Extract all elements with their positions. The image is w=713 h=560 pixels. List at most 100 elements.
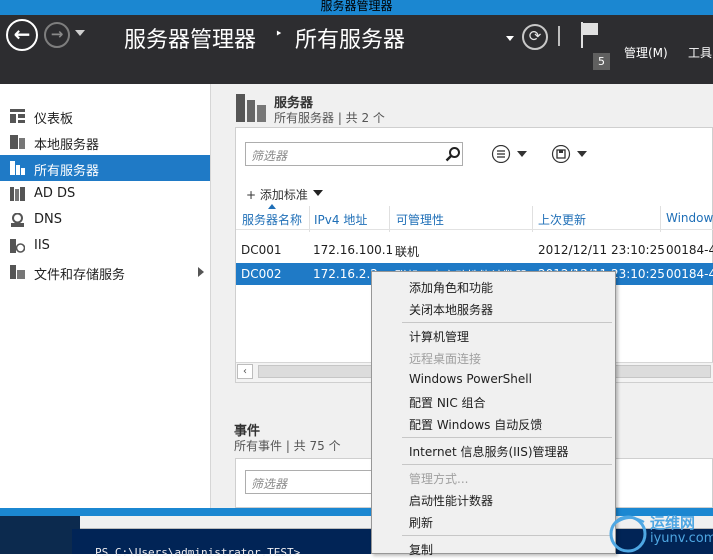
sidebar-item-local-server[interactable]: 本地服务器 xyxy=(0,129,210,155)
cell-server-name: DC002 xyxy=(241,267,282,281)
sidebar-item-ad-ds[interactable]: AD DS xyxy=(0,181,210,207)
sidebar-item-label: 本地服务器 xyxy=(34,138,100,153)
ad-ds-icon xyxy=(10,187,25,201)
cell-ipv4: 172.16.100.1 xyxy=(313,243,394,257)
menu-item-label: 添加角色和功能 xyxy=(409,281,494,295)
sidebar-item-dashboard[interactable]: 仪表板 xyxy=(0,103,210,129)
add-criteria-dropdown-icon[interactable] xyxy=(313,190,323,196)
tools-menu[interactable]: 工具 xyxy=(688,44,712,61)
sidebar-item-label: AD DS xyxy=(34,186,76,201)
sidebar-item-label: 所有服务器 xyxy=(34,164,100,179)
menu-item-label: 配置 Windows 自动反馈 xyxy=(409,418,543,432)
breadcrumb-root[interactable]: 服务器管理器 xyxy=(124,22,256,54)
servers-section-subtitle: 所有服务器 | 共 2 个 xyxy=(274,111,385,125)
menu-item-label: 刷新 xyxy=(409,516,434,530)
cell-windows: 00184-4 xyxy=(666,243,713,257)
cell-manageability: 联机 xyxy=(395,245,420,259)
sidebar-item-label: 文件和存储服务 xyxy=(34,268,126,283)
breadcrumb-current-page: 所有服务器 xyxy=(295,28,406,53)
dns-icon xyxy=(11,213,24,227)
sidebar-item-label: DNS xyxy=(34,212,62,227)
scroll-left-icon[interactable]: ‹ xyxy=(237,364,253,379)
save-query-dropdown-icon[interactable] xyxy=(577,151,587,157)
all-servers-icon xyxy=(10,161,25,175)
sidebar-item-iis[interactable]: IIS xyxy=(0,233,210,259)
servers-filter-input[interactable]: 筛选器 xyxy=(245,142,463,166)
header-divider-line xyxy=(236,229,713,230)
cell-windows: 00184-4 xyxy=(666,267,713,281)
cell-ipv4: 172.16.2.2 xyxy=(313,267,378,281)
menu-item-refresh[interactable]: 刷新 xyxy=(372,511,615,533)
dashboard-icon xyxy=(10,109,25,123)
menu-item-computer-management[interactable]: 计算机管理 xyxy=(372,325,615,347)
column-header-server-name[interactable]: 服务器名称 xyxy=(242,211,302,228)
sidebar-item-all-servers[interactable]: 所有服务器 xyxy=(0,155,210,181)
sidebar-item-dns[interactable]: DNS xyxy=(0,207,210,233)
back-arrow-icon: ← xyxy=(13,22,31,46)
menu-item-label: 管理方式... xyxy=(409,472,469,486)
refresh-icon: ⟳ xyxy=(528,27,542,45)
sidebar-item-file-storage[interactable]: 文件和存储服务 xyxy=(0,259,210,285)
menu-item-powershell[interactable]: Windows PowerShell xyxy=(372,369,615,391)
window-title: 服务器管理器 xyxy=(320,0,393,13)
filter-placeholder: 筛选器 xyxy=(251,149,288,163)
refresh-dropdown-icon[interactable] xyxy=(506,36,514,41)
menu-item-manage-as: 管理方式... xyxy=(372,467,615,489)
menu-separator xyxy=(402,437,612,438)
menu-item-add-roles[interactable]: 添加角色和功能 xyxy=(372,276,615,298)
sort-ascending-icon xyxy=(268,204,276,209)
column-header-last-update[interactable]: 上次更新 xyxy=(538,211,586,228)
watermark-url: iyunv.com xyxy=(650,531,713,546)
menu-item-remote-desktop: 远程桌面连接 xyxy=(372,347,615,369)
forward-arrow-icon: → xyxy=(50,25,64,43)
manage-menu[interactable]: 管理(M) xyxy=(624,44,668,61)
watermark-text: 运维网 xyxy=(650,514,696,532)
menu-item-windows-feedback[interactable]: 配置 Windows 自动反馈 xyxy=(372,413,615,435)
flag-icon[interactable] xyxy=(580,22,600,48)
notification-badge[interactable]: 5 xyxy=(593,53,610,70)
column-header-ipv4[interactable]: IPv4 地址 xyxy=(314,211,367,228)
menu-item-label: 关闭本地服务器 xyxy=(409,303,494,317)
cell-server-name: DC001 xyxy=(241,243,282,257)
console-prompt: PS C:\Users\administrator.TEST> xyxy=(95,546,301,559)
menu-item-nic-teaming[interactable]: 配置 NIC 组合 xyxy=(372,391,615,413)
cell-last-update: 2012/12/11 23:10:25 xyxy=(538,243,665,257)
menu-item-label: Windows PowerShell xyxy=(409,372,532,386)
window-title-bar[interactable]: 服务器管理器 xyxy=(0,0,713,15)
events-filter-input[interactable]: 筛选器 xyxy=(245,470,385,494)
sidebar-item-label: 仪表板 xyxy=(34,112,74,127)
menu-item-iis-manager[interactable]: Internet 信息服务(IIS)管理器 xyxy=(372,440,615,462)
column-header-manageability[interactable]: 可管理性 xyxy=(396,211,444,228)
sidebar-item-label: IIS xyxy=(34,238,50,253)
save-query-icon[interactable] xyxy=(551,145,571,163)
menu-item-shutdown-server[interactable]: 关闭本地服务器 xyxy=(372,298,615,320)
breadcrumb-separator-icon: ‣ xyxy=(275,27,283,42)
watermark-logo-icon xyxy=(609,515,647,553)
menu-separator xyxy=(402,535,612,536)
servers-tile-icon xyxy=(236,94,266,122)
refresh-button[interactable]: ⟳ xyxy=(522,24,548,50)
menu-item-copy[interactable]: 复制 xyxy=(372,538,615,560)
menu-item-label: 配置 NIC 组合 xyxy=(409,396,486,410)
column-header-windows[interactable]: Window xyxy=(666,211,713,225)
header-divider xyxy=(558,26,560,46)
list-view-icon[interactable] xyxy=(491,145,511,163)
add-criteria-button[interactable]: + 添加标准 xyxy=(246,186,308,203)
search-icon[interactable] xyxy=(445,146,461,162)
menu-item-label: 计算机管理 xyxy=(409,330,470,344)
menu-item-start-perf-counters[interactable]: 启动性能计数器 xyxy=(372,489,615,511)
table-row[interactable]: DC001 172.16.100.1 联机 2012/12/11 23:10:2… xyxy=(236,239,713,261)
filter-placeholder: 筛选器 xyxy=(251,477,288,491)
menu-separator xyxy=(402,322,612,323)
list-view-dropdown-icon[interactable] xyxy=(517,151,527,157)
forward-button[interactable]: → xyxy=(44,22,70,48)
menu-separator xyxy=(402,464,612,465)
history-dropdown-icon[interactable] xyxy=(75,30,85,36)
back-button[interactable]: ← xyxy=(6,19,38,51)
local-server-icon xyxy=(10,135,25,149)
file-storage-icon xyxy=(10,265,25,279)
events-section-subtitle: 所有事件 | 共 75 个 xyxy=(234,439,341,453)
menu-item-label: 启动性能计数器 xyxy=(409,494,494,508)
menu-item-label: Internet 信息服务(IIS)管理器 xyxy=(409,445,569,459)
chevron-right-icon[interactable] xyxy=(198,267,204,277)
